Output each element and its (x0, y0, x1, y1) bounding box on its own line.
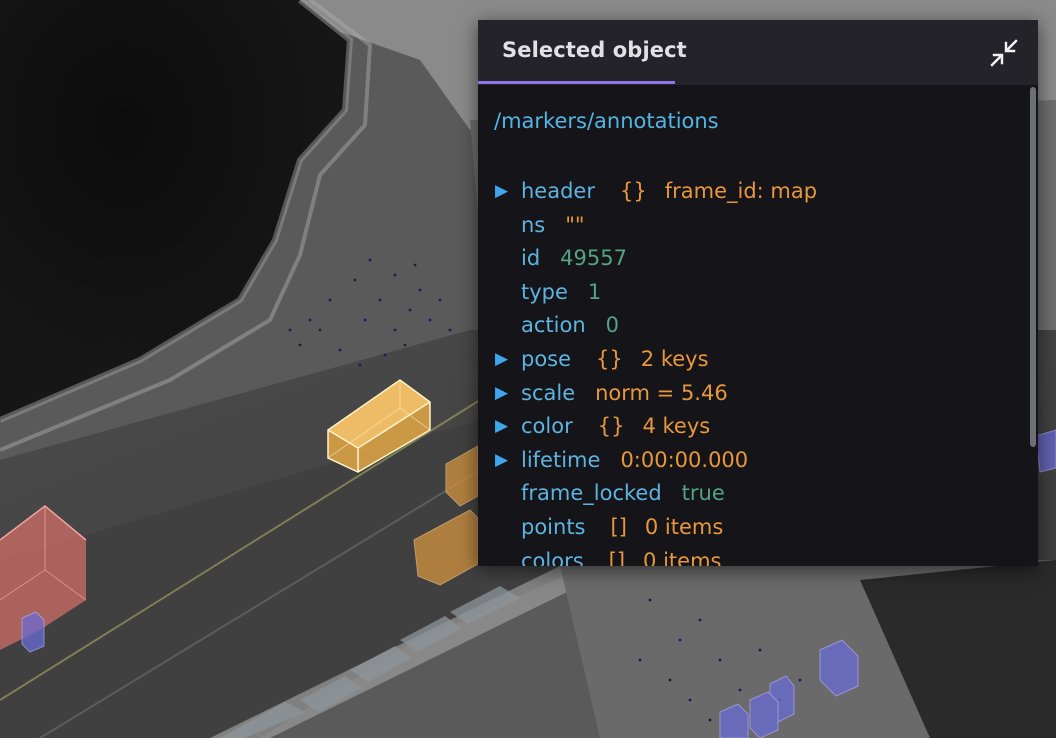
expand-triangle-icon[interactable]: ▶ (495, 410, 508, 442)
expand-triangle-icon[interactable]: ▶ (495, 377, 508, 409)
field-type-brace: {} (596, 347, 623, 371)
field-value: norm = 5.46 (595, 380, 728, 405)
field-value-group: true (682, 477, 725, 509)
field-value-group: 0 (606, 309, 619, 341)
collapse-panel-button[interactable] (988, 37, 1020, 69)
field-value: 0 (605, 313, 620, 338)
field-value-group: {} 2 keys (596, 343, 708, 375)
field-value: true (681, 481, 725, 506)
field-key: id (521, 246, 541, 271)
field-type-brace: {} (597, 414, 625, 439)
field-value-group: {} 4 keys (598, 410, 710, 442)
selected-object-panel: Selected object /markers/annotations ▶ he… (478, 20, 1038, 566)
object-inspector: /markers/annotations ▶ header {} frame_id: … (478, 85, 1038, 566)
field-value: 0 items (643, 548, 722, 566)
field-value-group: {} frame_id: map (620, 175, 817, 207)
field-value: 4 keys (642, 414, 711, 439)
field-key: color (521, 414, 573, 439)
field-value-group: "" (565, 209, 584, 241)
expand-triangle-icon[interactable]: ▶ (495, 444, 508, 476)
tab-selected-object[interactable]: Selected object (502, 38, 687, 62)
field-value-group: 1 (588, 276, 601, 308)
field-value: "" (565, 212, 585, 237)
field-value-group: [] 0 items (609, 545, 722, 566)
tab-active-indicator (478, 81, 675, 84)
field-value: frame_id: map (664, 179, 818, 203)
topic-path: /markers/annotations (494, 109, 719, 133)
field-value-group: norm = 5.46 (595, 377, 728, 409)
field-value: 2 keys (640, 347, 709, 371)
field-key: pose (521, 347, 572, 371)
field-key: scale (521, 380, 576, 405)
field-key: frame_locked (521, 481, 662, 506)
field-type-brace: [] (610, 515, 627, 539)
field-value-group: [] 0 items (611, 511, 724, 543)
field-type-brace: [] (608, 548, 626, 566)
field-value: 49557 (560, 246, 627, 271)
field-key: ns (521, 212, 546, 237)
collapse-arrows-icon (990, 39, 1018, 67)
field-key: points (521, 515, 586, 539)
field-key: lifetime (521, 447, 601, 472)
field-key: header (521, 179, 595, 203)
field-value: 0:00:00.000 (620, 447, 749, 472)
field-key: type (521, 279, 568, 304)
field-value: 1 (587, 279, 602, 304)
field-key: action (521, 313, 586, 338)
field-value-group: 49557 (560, 242, 627, 274)
expand-triangle-icon[interactable]: ▶ (495, 175, 508, 207)
field-value: 0 items (644, 515, 724, 539)
field-key: colors (521, 548, 584, 566)
scrollbar-thumb[interactable] (1030, 87, 1036, 447)
expand-triangle-icon[interactable]: ▶ (495, 343, 508, 375)
field-value-group: 0:00:00.000 (620, 444, 748, 476)
field-type-brace: {} (619, 179, 647, 203)
panel-header: Selected object (478, 20, 1038, 85)
